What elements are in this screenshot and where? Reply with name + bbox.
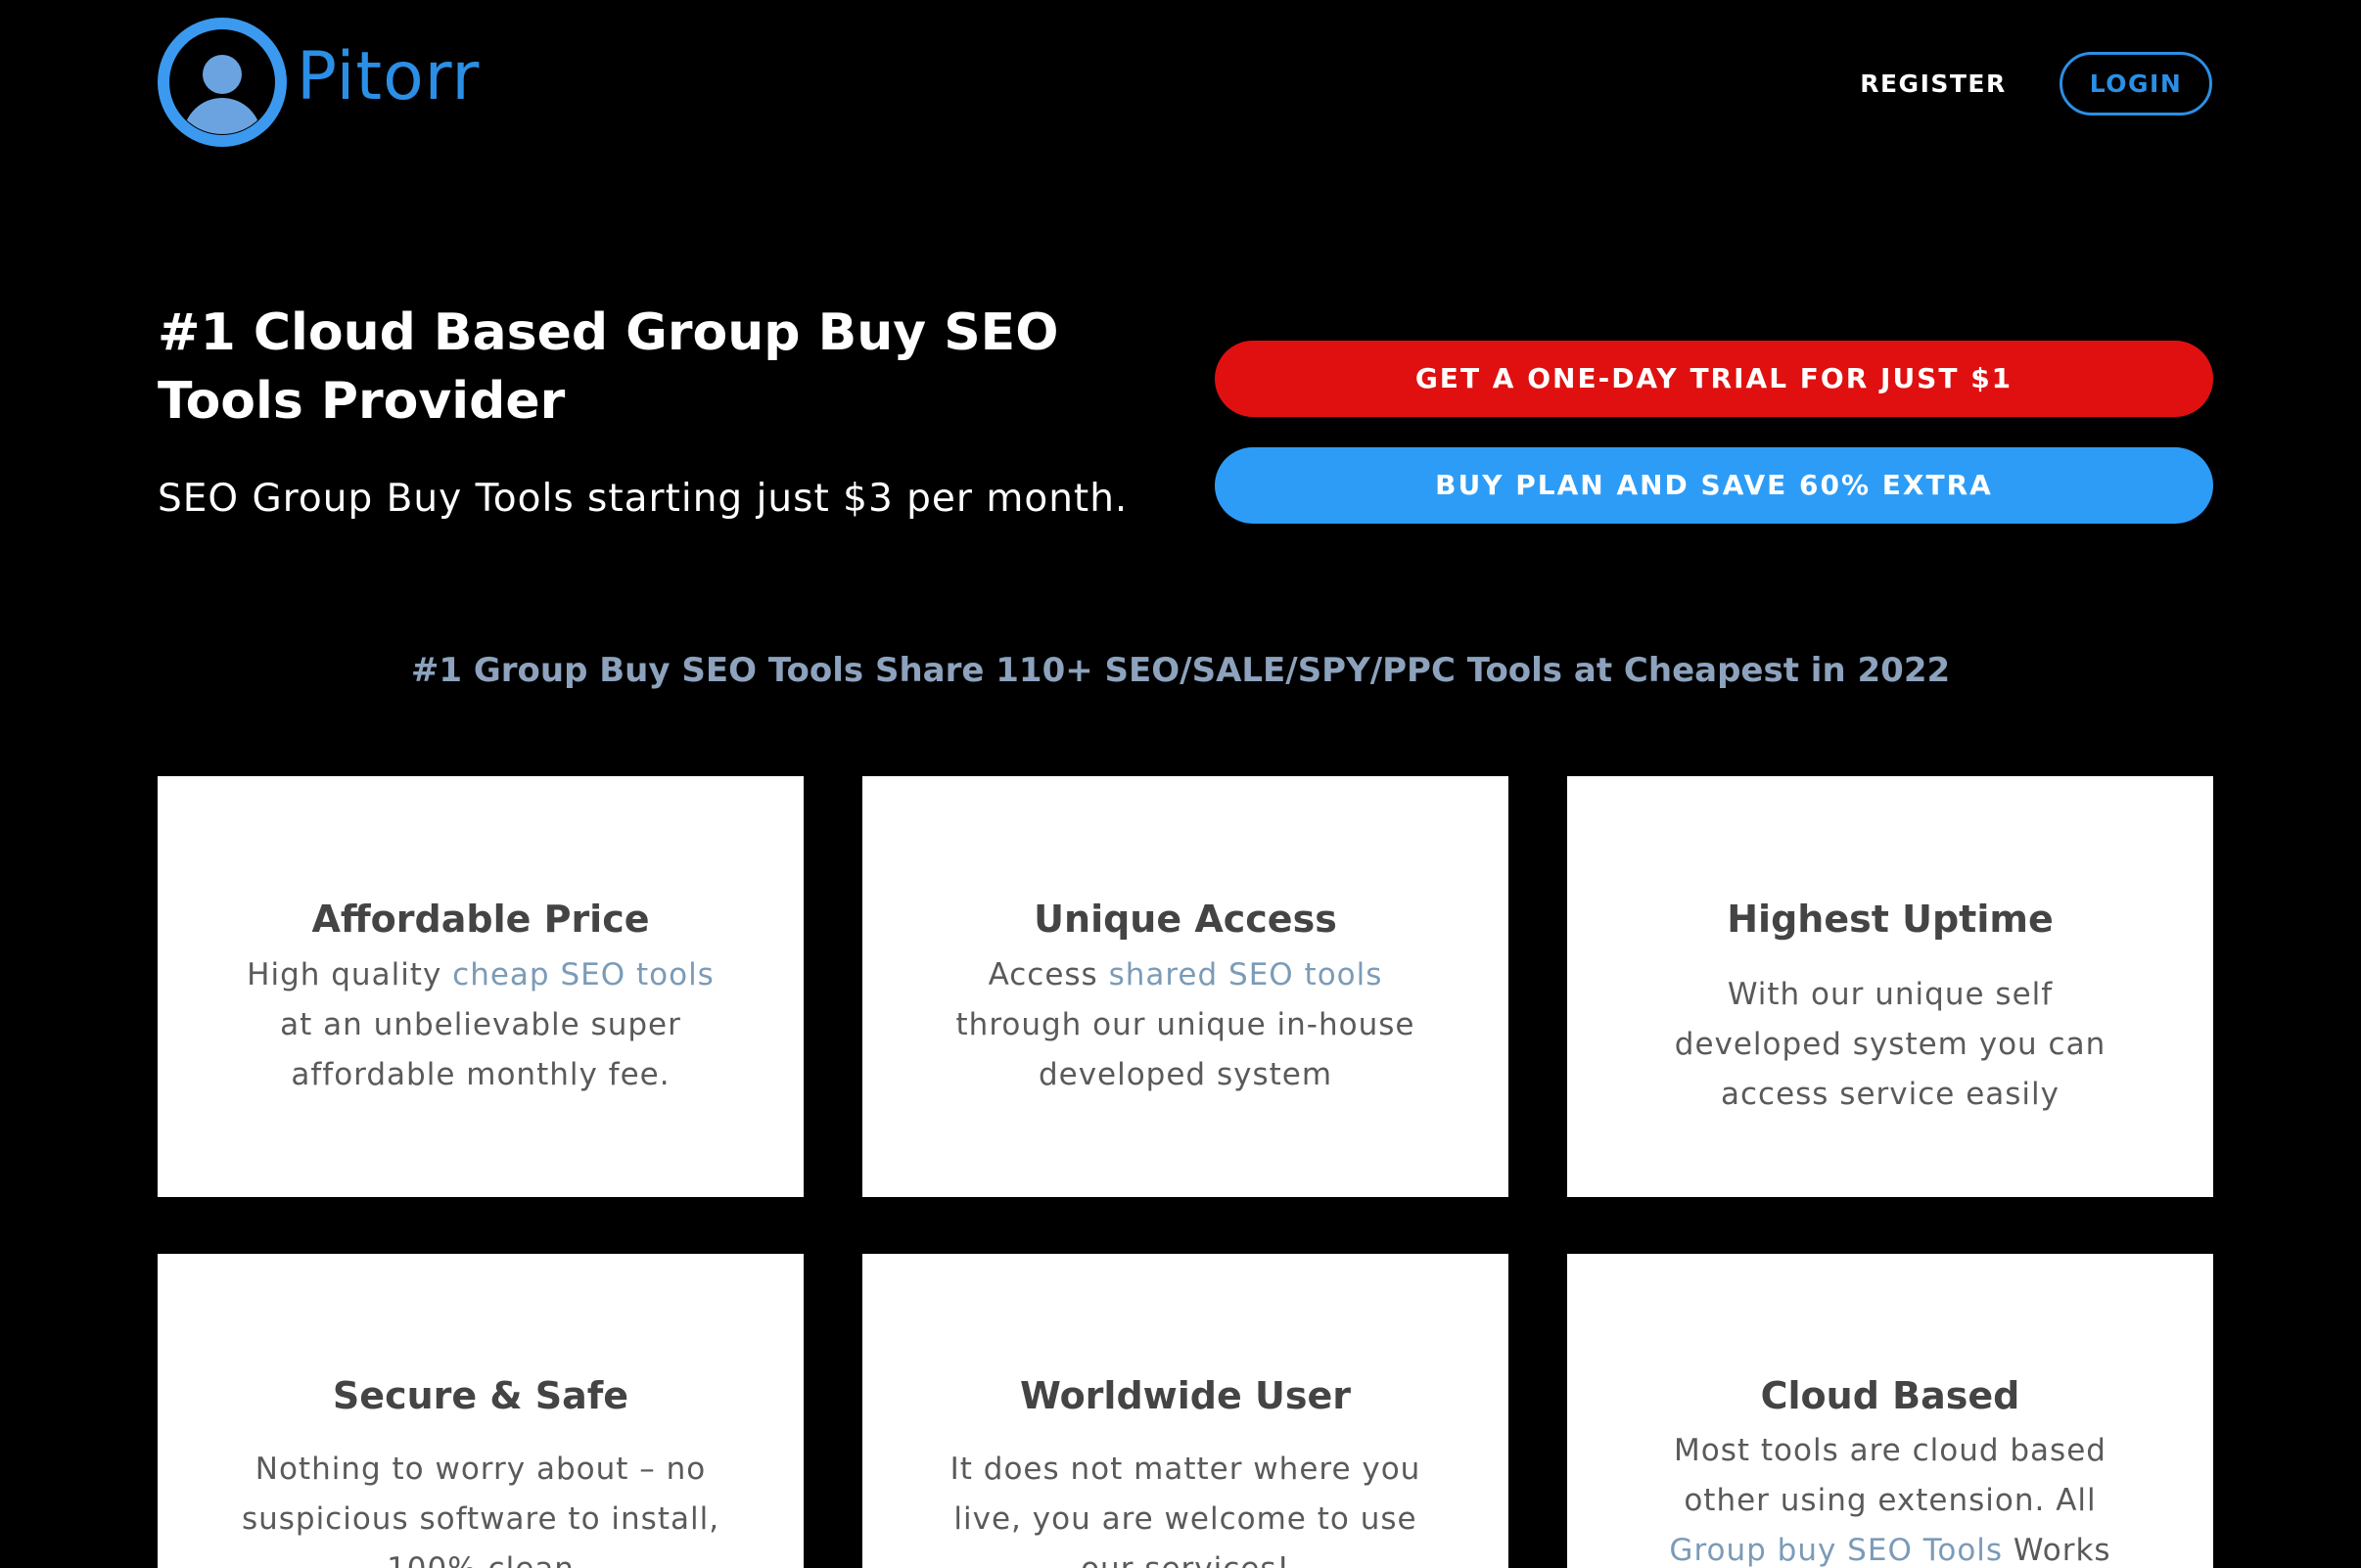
feature-card-affordable-price: Affordable Price High quality cheap SEO …: [158, 776, 804, 1197]
feature-text-part: Access: [988, 957, 1109, 992]
tagline: #1 Group Buy SEO Tools Share 110+ SEO/SA…: [410, 651, 1951, 690]
feature-text: Access shared SEO tools through our uniq…: [941, 950, 1430, 1100]
feature-title: Affordable Price: [311, 898, 650, 941]
feature-title: Cloud Based: [1760, 1374, 2020, 1417]
logo-text: Pitorr: [297, 38, 481, 115]
feature-card-unique-access: Unique Access Access shared SEO tools th…: [862, 776, 1508, 1197]
trial-button[interactable]: GET A ONE-DAY TRIAL FOR JUST $1: [1215, 341, 2213, 417]
cheap-seo-tools-link[interactable]: cheap SEO tools: [452, 957, 715, 992]
feature-text: Most tools are cloud based other using e…: [1645, 1426, 2135, 1568]
hero-title: #1 Cloud Based Group Buy SEO Tools Provi…: [158, 303, 1059, 431]
feature-card-highest-uptime: Highest Uptime With our unique self deve…: [1567, 776, 2213, 1197]
feature-text-part: through our unique in-house developed sy…: [955, 1007, 1415, 1092]
feature-title: Highest Uptime: [1727, 898, 2054, 941]
feature-text: Nothing to worry about – no suspicious s…: [241, 1452, 720, 1568]
site-logo[interactable]: Pitorr: [158, 18, 480, 147]
feature-title: Worldwide User: [1020, 1374, 1351, 1417]
feature-card-cloud-based: Cloud Based Most tools are cloud based o…: [1567, 1254, 2213, 1568]
hero-subtitle: SEO Group Buy Tools starting just $3 per…: [158, 477, 1129, 521]
feature-card-worldwide-user: Worldwide User It does not matter where …: [862, 1254, 1508, 1568]
feature-card-secure-safe: Secure & Safe Nothing to worry about – n…: [158, 1254, 804, 1568]
user-avatar-icon: [158, 18, 287, 147]
feature-title: Unique Access: [1034, 898, 1337, 941]
page: Pitorr REGISTER LOGIN #1 Cloud Based Gro…: [0, 0, 2361, 1568]
feature-title: Secure & Safe: [332, 1374, 629, 1417]
group-buy-seo-tools-link[interactable]: Group buy SEO Tools: [1669, 1533, 2003, 1568]
feature-text: It does not matter where you live, you a…: [949, 1452, 1421, 1568]
login-button[interactable]: LOGIN: [2060, 52, 2212, 115]
feature-text-part: Most tools are cloud based other using e…: [1674, 1433, 2106, 1518]
feature-text: High quality cheap SEO tools at an unbel…: [236, 950, 725, 1100]
feature-text-part: High quality: [247, 957, 453, 992]
shared-seo-tools-link[interactable]: shared SEO tools: [1109, 957, 1383, 992]
buy-plan-button[interactable]: BUY PLAN AND SAVE 60% EXTRA: [1215, 447, 2213, 524]
feature-text: With our unique self developed system yo…: [1674, 977, 2106, 1112]
feature-text-part: at an unbelievable super affordable mont…: [280, 1007, 681, 1092]
register-link[interactable]: REGISTER: [1840, 67, 2026, 102]
